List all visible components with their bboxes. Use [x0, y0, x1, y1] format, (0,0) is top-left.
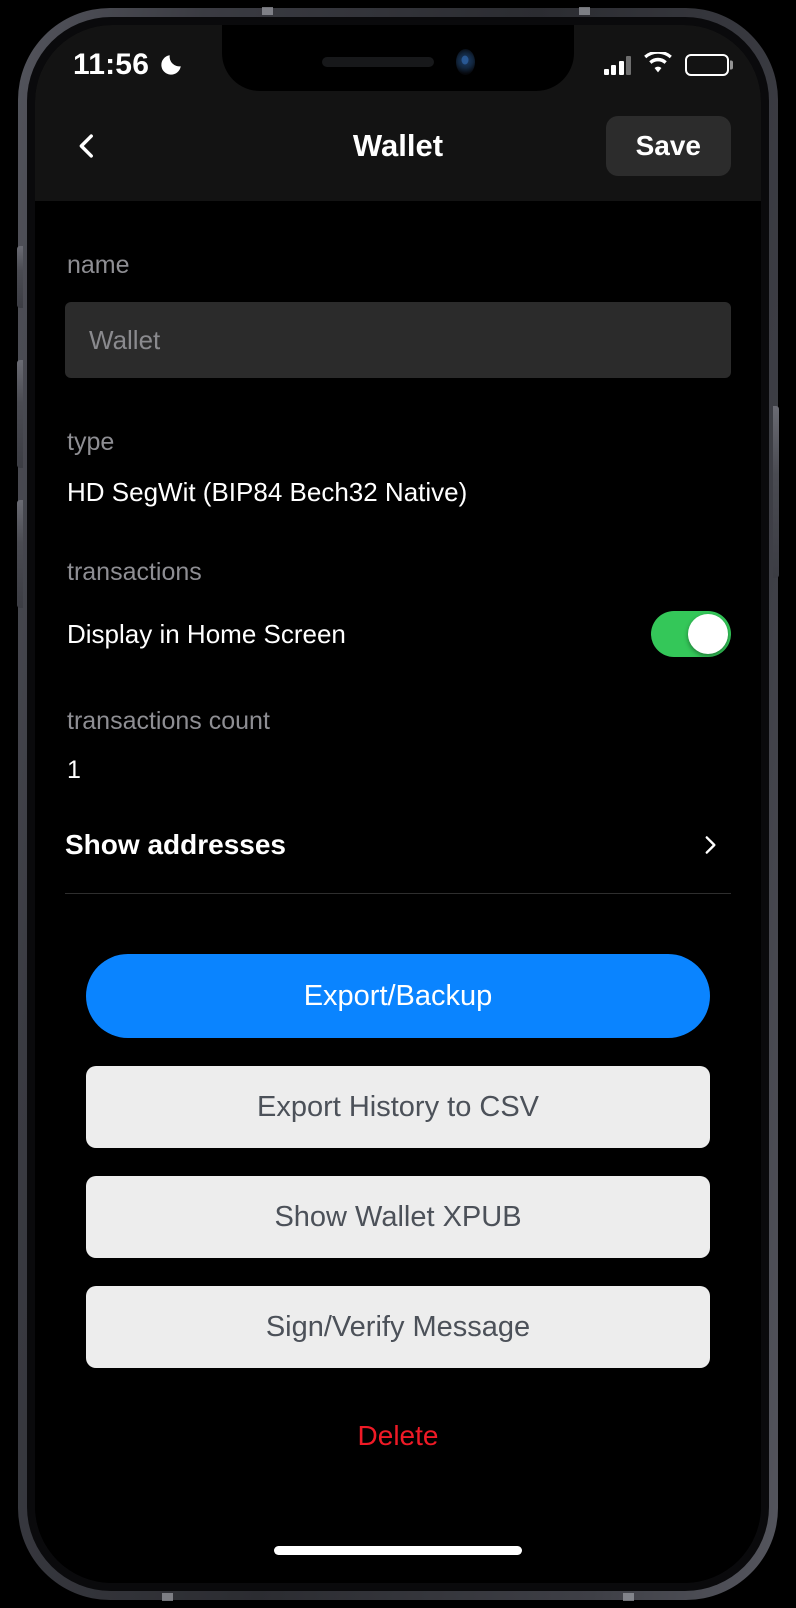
- show-addresses-label: Show addresses: [65, 829, 286, 860]
- transactions-count-value: 1: [67, 756, 81, 784]
- antenna-seam-bottom-left: [162, 1593, 173, 1601]
- chevron-left-icon: [79, 134, 93, 158]
- moon-icon: [158, 52, 184, 78]
- show-addresses-row[interactable]: Show addresses: [65, 829, 731, 861]
- phone-frame: 11:56 Wallet Save name Wallet type HD Se…: [17, 7, 779, 1601]
- sign-verify-message-button[interactable]: Sign/Verify Message: [86, 1286, 710, 1368]
- toggle-knob: [688, 614, 728, 654]
- power-button[interactable]: [773, 406, 779, 578]
- volume-down-button[interactable]: [17, 500, 23, 608]
- antenna-seam-top-left: [262, 7, 273, 15]
- transactions-count-label: transactions count: [67, 707, 270, 735]
- export-backup-button[interactable]: Export/Backup: [86, 954, 710, 1038]
- battery-icon: [685, 54, 729, 76]
- navigation-bar: Wallet Save: [35, 91, 761, 201]
- earpiece-speaker: [321, 57, 434, 67]
- wallet-type-value: HD SegWit (BIP84 Bech32 Native): [67, 477, 468, 507]
- save-button[interactable]: Save: [605, 116, 731, 176]
- show-wallet-xpub-button[interactable]: Show Wallet XPUB: [86, 1176, 710, 1258]
- mute-switch-button[interactable]: [17, 246, 23, 308]
- section-divider: [65, 893, 731, 894]
- status-bar-clock: 11:56: [73, 48, 150, 81]
- home-indicator[interactable]: [274, 1546, 522, 1555]
- display-in-home-screen-label: Display in Home Screen: [67, 618, 346, 649]
- type-label: type: [67, 428, 115, 456]
- name-label: name: [67, 251, 130, 279]
- wifi-icon: [643, 50, 673, 79]
- phone-screen: 11:56 Wallet Save name Wallet type HD Se…: [35, 25, 761, 1583]
- status-bar-left: 11:56: [73, 48, 184, 82]
- export-history-csv-button[interactable]: Export History to CSV: [86, 1066, 710, 1148]
- antenna-seam-bottom-right: [623, 1593, 634, 1601]
- phone-bezel: 11:56 Wallet Save name Wallet type HD Se…: [27, 17, 769, 1591]
- actions-section: Export/Backup Export History to CSV Show…: [65, 954, 731, 1452]
- antenna-seam-top-right: [579, 7, 590, 15]
- display-in-home-screen-row[interactable]: Display in Home Screen: [65, 611, 731, 657]
- status-bar-right: [603, 50, 729, 79]
- delete-wallet-button[interactable]: Delete: [358, 1420, 439, 1452]
- transactions-label: transactions: [67, 558, 202, 586]
- back-button[interactable]: [57, 116, 117, 176]
- cellular-signal-icon: [603, 55, 631, 75]
- wallet-name-input[interactable]: [65, 302, 731, 378]
- chevron-right-icon: [705, 836, 716, 854]
- front-camera-icon: [455, 49, 475, 75]
- volume-up-button[interactable]: [17, 360, 23, 468]
- notch: [222, 25, 574, 91]
- wallet-details-form: name type HD SegWit (BIP84 Bech32 Native…: [35, 201, 761, 1583]
- display-in-home-screen-toggle[interactable]: [651, 611, 731, 657]
